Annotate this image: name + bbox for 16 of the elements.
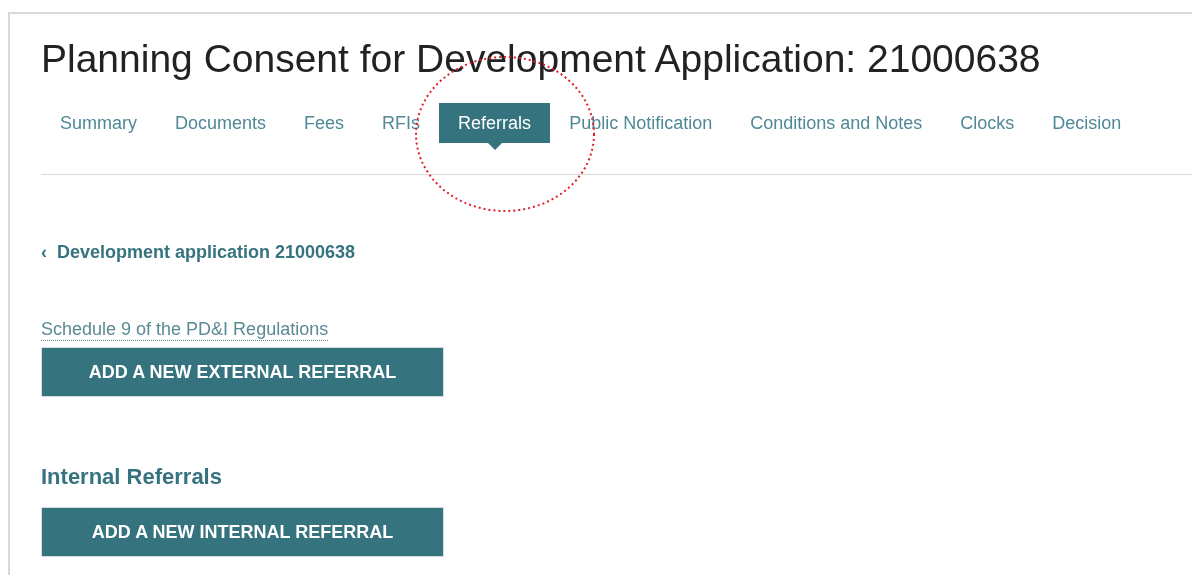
tab[interactable]: Clocks <box>941 103 1034 143</box>
tab-pointer <box>487 143 502 150</box>
tab[interactable]: Fees <box>285 103 364 143</box>
chevron-left-icon: ‹ <box>41 239 47 266</box>
page-title: Planning Consent for Development Application: 21000638 <box>41 36 1041 82</box>
tab[interactable]: Decision <box>1033 103 1141 143</box>
tab[interactable]: Conditions and Notes <box>731 103 942 143</box>
section-heading: Internal Referrals <box>41 463 222 491</box>
tab[interactable]: Documents <box>156 103 286 143</box>
schedule-link[interactable]: Schedule 9 of the PD&I Regulations <box>41 318 329 341</box>
tab[interactable]: RFIs <box>363 103 440 143</box>
tab[interactable]: Summary <box>41 103 156 143</box>
add-internal-referral-button[interactable]: ADD A NEW INTERNAL REFERRAL <box>41 507 444 557</box>
back-link[interactable]: ‹ Development application 21000638 <box>41 239 356 266</box>
tab[interactable]: Public Notification <box>550 103 732 143</box>
add-external-referral-button[interactable]: ADD A NEW EXTERNAL REFERRAL <box>41 347 444 397</box>
